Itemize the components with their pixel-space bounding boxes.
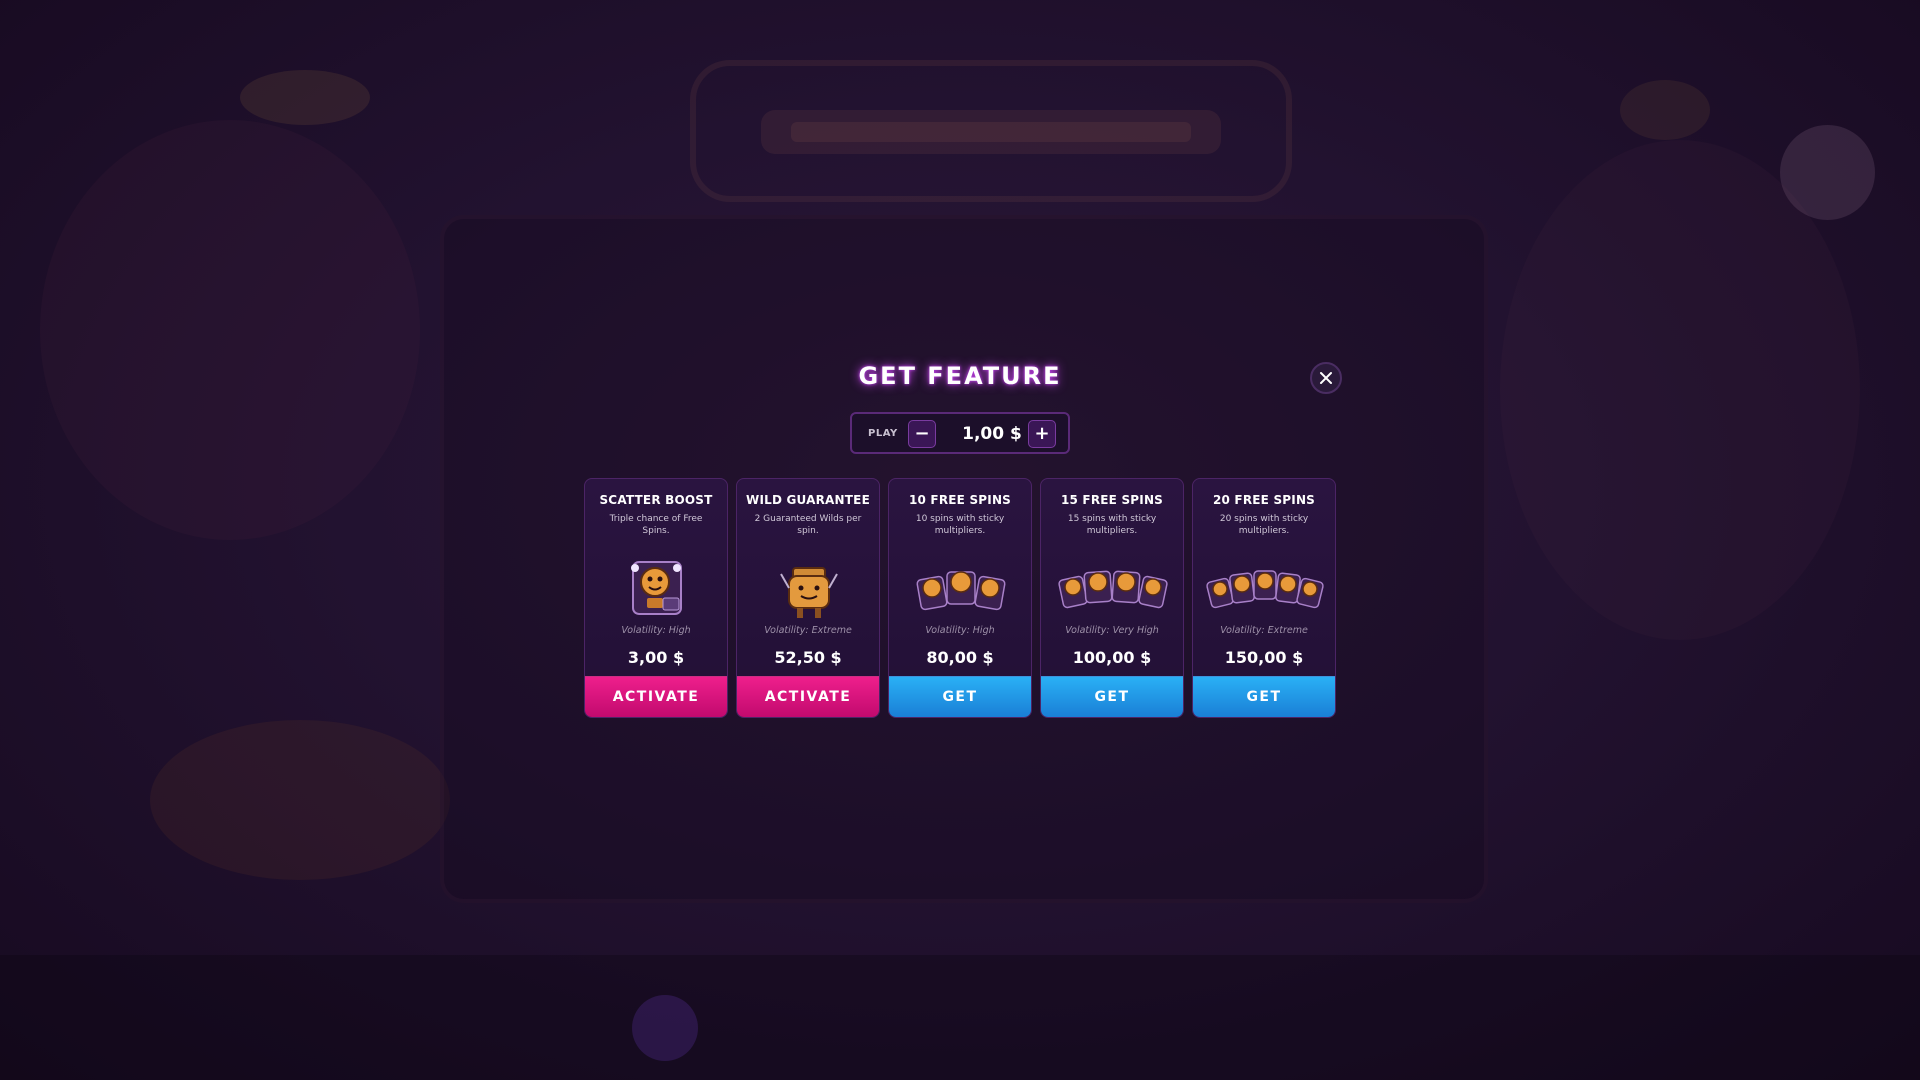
free-spins-cards-icon: [889, 554, 1031, 624]
card-title: 15 FREE SPINS: [1060, 493, 1164, 507]
feature-card-wild-guarantee: WILD GUARANTEE 2 Guaranteed Wilds per sp…: [736, 478, 880, 718]
card-description: 15 spins with sticky multipliers.: [1067, 514, 1157, 536]
game-logo: [690, 60, 1292, 202]
bet-selector: PLAY − 1,00 $ +: [850, 412, 1070, 454]
close-button[interactable]: [1310, 362, 1342, 394]
close-icon: [1320, 372, 1332, 384]
feature-card-scatter-boost: SCATTER BOOST Triple chance of Free Spin…: [584, 478, 728, 718]
feature-card-10-free-spins: 10 FREE SPINS 10 spins with sticky multi…: [888, 478, 1032, 718]
feature-card-20-free-spins: 20 FREE SPINS 20 spins with sticky multi…: [1192, 478, 1336, 718]
card-title: 10 FREE SPINS: [908, 493, 1012, 507]
spin-button-dimmed: [632, 995, 698, 1061]
card-price: 52,50 $: [774, 648, 842, 667]
card-title: 20 FREE SPINS: [1212, 493, 1316, 507]
cooking-pot-character-icon: [737, 554, 879, 624]
feature-card-15-free-spins: 15 FREE SPINS 15 spins with sticky multi…: [1040, 478, 1184, 718]
card-description: Triple chance of Free Spins.: [609, 514, 703, 536]
game-logo-shape: [761, 110, 1221, 154]
card-description: 10 spins with sticky multipliers.: [915, 514, 1005, 536]
bet-value: 1,00 $: [962, 424, 1022, 444]
free-spins-cards-icon: [1041, 554, 1183, 624]
bet-decrease-button[interactable]: −: [908, 420, 936, 448]
card-volatility: Volatility: Very High: [1065, 625, 1159, 636]
get-button[interactable]: GET: [1193, 676, 1335, 717]
card-volatility: Volatility: High: [621, 625, 691, 636]
activate-button[interactable]: ACTIVATE: [585, 676, 727, 717]
card-description: 2 Guaranteed Wilds per spin.: [754, 514, 862, 536]
game-screen: GET FEATURE PLAY − 1,00 $ + SCATTER BOOS…: [0, 0, 1920, 1080]
activate-button[interactable]: ACTIVATE: [737, 676, 879, 717]
card-volatility: Volatility: Extreme: [1220, 625, 1308, 636]
get-button[interactable]: GET: [889, 676, 1031, 717]
card-volatility: Volatility: Extreme: [764, 625, 852, 636]
card-price: 3,00 $: [627, 648, 685, 667]
card-volatility: Volatility: High: [925, 625, 995, 636]
bet-increase-button[interactable]: +: [1028, 420, 1056, 448]
card-title: WILD GUARANTEE: [746, 493, 870, 507]
feature-cards: SCATTER BOOST Triple chance of Free Spin…: [584, 478, 1336, 718]
card-price: 150,00 $: [1224, 648, 1304, 667]
free-spins-cards-icon: [1193, 554, 1335, 624]
card-title: SCATTER BOOST: [599, 493, 713, 507]
card-price: 100,00 $: [1072, 648, 1152, 667]
modal-title: GET FEATURE: [858, 362, 1062, 390]
moon-decoration: [1780, 125, 1875, 220]
bottom-bar: [0, 955, 1920, 1080]
bet-label: PLAY: [868, 428, 898, 439]
card-price: 80,00 $: [926, 648, 994, 667]
scatter-character-icon: [585, 554, 727, 624]
get-button[interactable]: GET: [1041, 676, 1183, 717]
card-description: 20 spins with sticky multipliers.: [1219, 514, 1309, 536]
